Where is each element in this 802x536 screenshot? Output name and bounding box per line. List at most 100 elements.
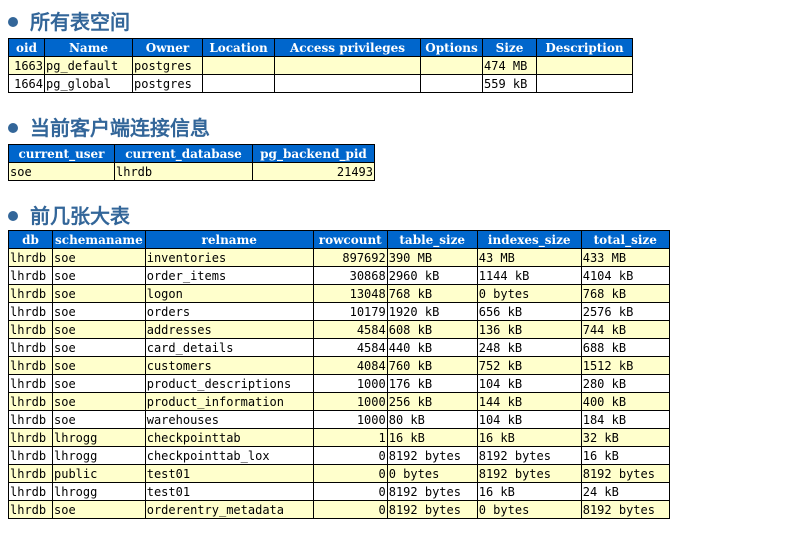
- table-cell: soe: [52, 338, 146, 357]
- table-cell: 4104 kB: [580, 266, 670, 285]
- table-cell: soe: [52, 266, 146, 285]
- table-cell: product_descriptions: [144, 374, 314, 393]
- table-cell: lhrdb: [8, 248, 53, 267]
- table-cell: 0 bytes: [476, 284, 582, 303]
- table-cell: lhrdb: [8, 338, 53, 357]
- table-cell: 16 kB: [386, 428, 478, 447]
- table-cell: 1664: [8, 74, 45, 93]
- table-cell: 8192 bytes: [580, 500, 670, 519]
- table-cell: 136 kB: [476, 320, 582, 339]
- table-cell: checkpointtab_lox: [144, 446, 314, 465]
- table-cell: 0: [312, 464, 388, 483]
- table-cell: 24 kB: [580, 482, 670, 501]
- table-cell: 13048: [312, 284, 388, 303]
- table-cell: 1000: [312, 374, 388, 393]
- table-cell: 1000: [312, 392, 388, 411]
- column-header: table_size: [386, 230, 478, 249]
- table-cell: 2960 kB: [386, 266, 478, 285]
- table-cell: soe: [52, 248, 146, 267]
- table-cell: lhrdb: [8, 266, 53, 285]
- table-cell: lhrdb: [8, 428, 53, 447]
- table-row: lhrdb soe logon 13048 768 kB 0 bytes 768 kB: [8, 284, 670, 303]
- table-row: lhrdb lhrogg test01 0 8192 bytes 16 kB 24 kB: [8, 482, 670, 501]
- table-cell: lhrdb: [8, 410, 53, 429]
- table-cell: 4584: [312, 320, 388, 339]
- table-cell: test01: [144, 464, 314, 483]
- table-cell: 8192 bytes: [476, 464, 582, 483]
- table-header-row: oid Name Owner Location Access privileges Opt…: [8, 38, 633, 57]
- table-cell: 390 MB: [386, 248, 478, 267]
- table-cell: 0 bytes: [476, 500, 582, 519]
- table-cell: 440 kB: [386, 338, 478, 357]
- section-title-text: 所有表空间: [30, 10, 130, 34]
- table-row: lhrdb soe inventories 897692 390 MB 43 MB 433 …: [8, 248, 670, 267]
- table-cell: 656 kB: [476, 302, 582, 321]
- table-cell: 400 kB: [580, 392, 670, 411]
- table-cell: 43 MB: [476, 248, 582, 267]
- bullet-icon: [8, 122, 18, 133]
- table-row: lhrdb soe customers 4084 760 kB 752 kB 1512 kB: [8, 356, 670, 375]
- column-header: Location: [202, 38, 275, 57]
- table-cell: soe: [52, 374, 146, 393]
- table-cell: soe: [52, 392, 146, 411]
- table-cell: [202, 74, 275, 93]
- table-cell: lhrdb: [8, 392, 53, 411]
- table-cell: 16 kB: [580, 446, 670, 465]
- table-cell: 4084: [312, 356, 388, 375]
- table-cell: warehouses: [144, 410, 314, 429]
- table-cell: 184 kB: [580, 410, 670, 429]
- table-row: lhrdb soe product_descriptions 1000 176 kB 10…: [8, 374, 670, 393]
- table-row: 1664 pg_global postgres 559 kB: [8, 74, 633, 93]
- column-header: db: [8, 230, 53, 249]
- table-cell: pg_global: [44, 74, 133, 93]
- table-row: lhrdb soe warehouses 1000 80 kB 104 kB 184 kB: [8, 410, 670, 429]
- table-cell: [420, 74, 483, 93]
- table-row: lhrdb soe product_information 1000 256 kB 144…: [8, 392, 670, 411]
- table-cell: 2576 kB: [580, 302, 670, 321]
- tablespaces-table: oid Name Owner Location Access privileges Opt…: [8, 38, 633, 93]
- table-cell: lhrogg: [52, 482, 146, 501]
- table-cell: lhrdb: [8, 464, 53, 483]
- section-title-largest-tables: 前几张大表: [8, 204, 130, 228]
- table-cell: 474 MB: [482, 56, 537, 75]
- table-cell: product_information: [144, 392, 314, 411]
- section-title-text: 前几张大表: [30, 204, 130, 228]
- table-cell: 768 kB: [386, 284, 478, 303]
- column-header: schemaname: [52, 230, 146, 249]
- table-cell: soe: [8, 162, 115, 181]
- table-cell: lhrdb: [8, 302, 53, 321]
- table-cell: addresses: [144, 320, 314, 339]
- table-cell: lhrdb: [8, 356, 53, 375]
- table-cell: 1663: [8, 56, 45, 75]
- column-header: rowcount: [312, 230, 388, 249]
- column-header: Size: [482, 38, 537, 57]
- table-cell: 10179: [312, 302, 388, 321]
- table-cell: customers: [144, 356, 314, 375]
- table-cell: [202, 56, 275, 75]
- table-cell: test01: [144, 482, 314, 501]
- table-cell: 32 kB: [580, 428, 670, 447]
- table-header-row: db schemaname relname rowcount table_size ind…: [8, 230, 670, 249]
- table-cell: 21493: [252, 162, 375, 181]
- table-cell: lhrdb: [8, 482, 53, 501]
- table-cell: postgres: [132, 56, 203, 75]
- section-title-text: 当前客户端连接信息: [30, 116, 210, 140]
- table-cell: 104 kB: [476, 374, 582, 393]
- table-row: lhrdb lhrogg checkpointtab_lox 0 8192 bytes 8…: [8, 446, 670, 465]
- table-cell: 0: [312, 446, 388, 465]
- table-cell: 30868: [312, 266, 388, 285]
- table-row: lhrdb soe orderentry_metadata 0 8192 bytes 0 …: [8, 500, 670, 519]
- table-cell: [536, 74, 633, 93]
- column-header: relname: [144, 230, 314, 249]
- table-cell: 144 kB: [476, 392, 582, 411]
- column-header: current_user: [8, 144, 115, 163]
- table-header-row: current_user current_database pg_backend_p…: [8, 144, 375, 163]
- table-cell: checkpointtab: [144, 428, 314, 447]
- connection-info-table: current_user current_database pg_backend_p…: [8, 144, 375, 181]
- table-cell: 1000: [312, 410, 388, 429]
- column-header: total_size: [580, 230, 670, 249]
- table-cell: [420, 56, 483, 75]
- table-row: 1663 pg_default postgres 474 MB: [8, 56, 633, 75]
- table-cell: 897692: [312, 248, 388, 267]
- largest-tables-table: db schemaname relname rowcount table_size ind…: [8, 230, 670, 519]
